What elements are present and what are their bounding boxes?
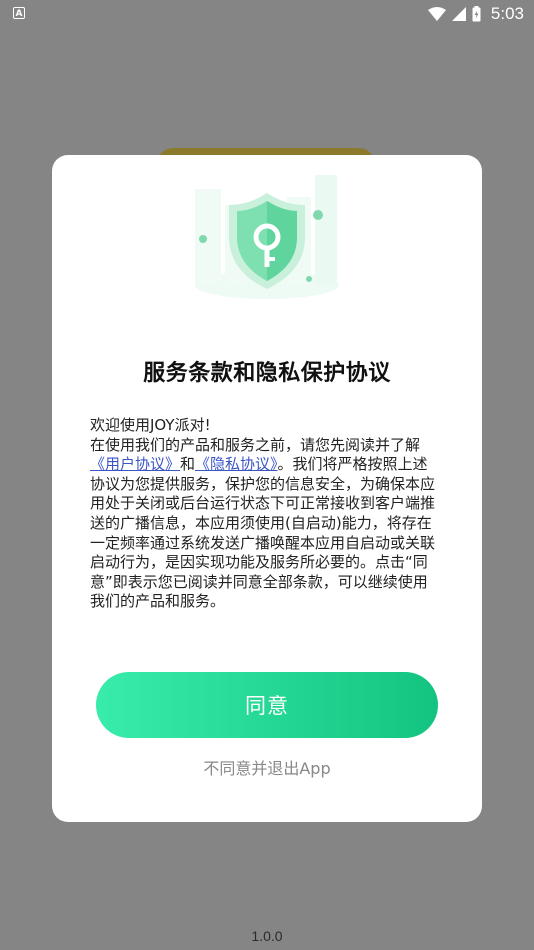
intro-text: 在使用我们的产品和服务之前，请您先阅读并了解	[90, 435, 421, 454]
status-bar: A 5:03	[0, 0, 534, 28]
privacy-dialog: 服务条款和隐私保护协议 欢迎使用JOY派对! 在使用我们的产品和服务之前，请您先…	[52, 155, 482, 822]
user-agreement-link[interactable]: 《用户协议》	[90, 455, 180, 473]
disagree-exit-button[interactable]: 不同意并退出App	[52, 755, 482, 779]
agreement-text: 在使用我们的产品和服务之前，请您先阅读并了解《用户协议》和《隐私协议》。我们将严…	[90, 436, 442, 612]
greeting-text: 欢迎使用JOY派对!	[90, 416, 211, 434]
agree-button[interactable]: 同意	[96, 672, 438, 738]
body-rest-text: 。我们将严格按照上述协议为您提供服务，保护您的信息安全，为确保本应用处于关闭或后…	[90, 455, 436, 611]
conjunction-text: 和	[180, 455, 196, 474]
battery-icon	[472, 6, 481, 22]
wifi-icon	[427, 7, 446, 21]
version-label: 1.0.0	[251, 928, 283, 944]
notification-icon: A	[13, 7, 25, 19]
status-time: 5:03	[490, 4, 524, 23]
dialog-title: 服务条款和隐私保护协议	[143, 361, 391, 386]
privacy-policy-link[interactable]: 《隐私协议》	[195, 455, 278, 473]
status-icons: 5:03	[427, 3, 524, 25]
shield-key-icon	[195, 175, 339, 299]
dialog-body: 欢迎使用JOY派对! 在使用我们的产品和服务之前，请您先阅读并了解《用户协议》和…	[90, 416, 442, 612]
signal-icon	[451, 7, 466, 21]
